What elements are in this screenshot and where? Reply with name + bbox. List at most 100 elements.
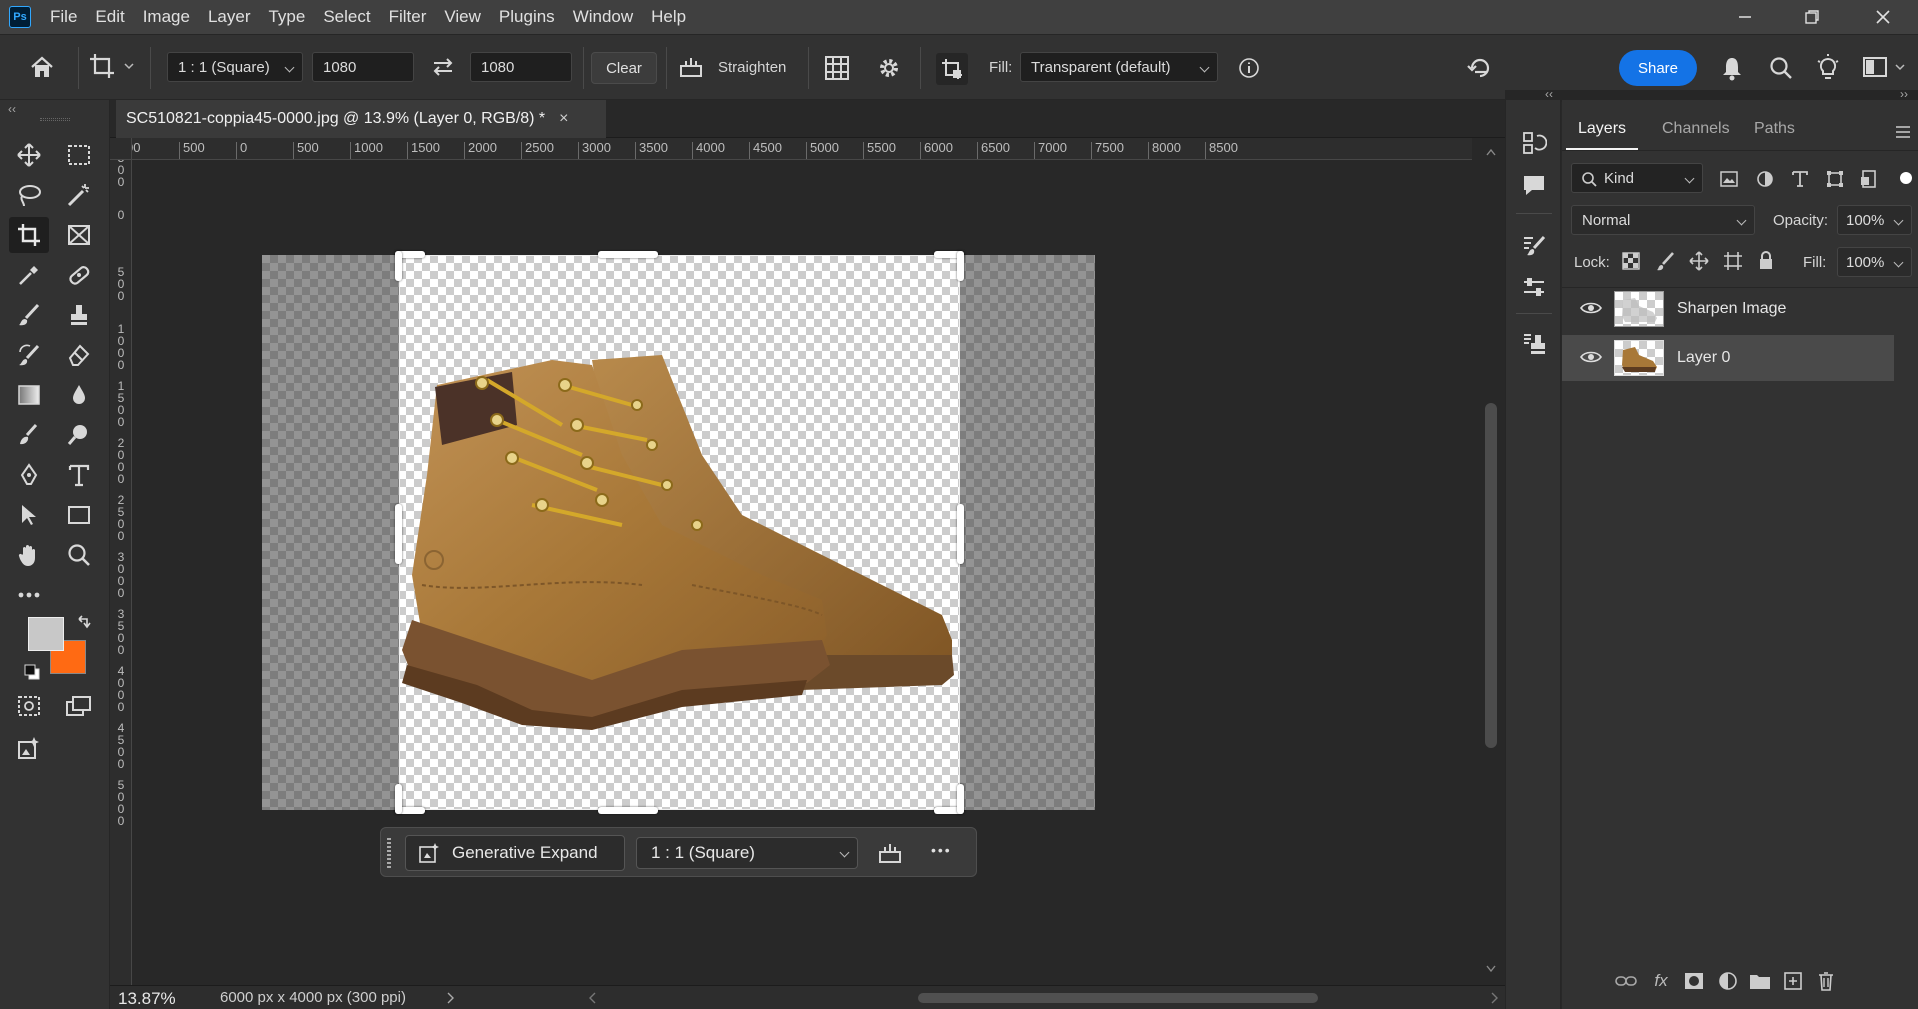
menu-type[interactable]: Type [259, 0, 314, 34]
generative-expand-button[interactable]: Generative Expand [405, 835, 625, 871]
healing-brush-tool[interactable] [59, 257, 99, 293]
clear-button[interactable]: Clear [591, 52, 657, 84]
fill-dropdown[interactable]: Transparent (default) [1020, 52, 1218, 82]
type-tool[interactable] [59, 457, 99, 493]
menu-view[interactable]: View [435, 0, 490, 34]
lock-position-icon[interactable] [1689, 251, 1709, 271]
history-panel-button[interactable] [1518, 127, 1550, 159]
canvas-area[interactable]: Generative Expand 1 : 1 (Square) ••• [132, 160, 1477, 990]
notifications-button[interactable] [1720, 55, 1744, 81]
reset-crop-button[interactable] [1466, 54, 1494, 82]
gradient-tool[interactable] [9, 377, 49, 413]
layer-style-button[interactable]: fx [1647, 967, 1675, 995]
minimize-button[interactable] [1715, 0, 1775, 34]
tab-paths[interactable]: Paths [1742, 110, 1807, 148]
vertical-ruler[interactable]: 5000500100015002000250030003500400045005… [110, 160, 132, 990]
eye-icon[interactable] [1580, 299, 1602, 317]
horizontal-ruler[interactable]: 0050005001000150020002500300035004000450… [132, 138, 1472, 160]
vertical-scrollbar[interactable] [1477, 138, 1505, 985]
pen-tool[interactable] [9, 457, 49, 493]
restore-button[interactable] [1782, 0, 1842, 34]
brush-settings-panel-button[interactable] [1518, 230, 1550, 262]
menu-select[interactable]: Select [314, 0, 379, 34]
scroll-right-icon[interactable] [1490, 992, 1500, 1004]
scroll-up-icon[interactable] [1486, 148, 1496, 156]
close-document-icon[interactable]: × [559, 110, 568, 128]
default-colors-icon[interactable] [23, 663, 41, 681]
layer-row-sharpen-image[interactable]: Sharpen Image [1562, 286, 1894, 332]
tab-channels[interactable]: Channels [1650, 110, 1742, 148]
filter-toggle-icon[interactable] [1900, 172, 1912, 184]
close-window-button[interactable] [1853, 0, 1913, 34]
info-button[interactable] [1238, 57, 1260, 79]
quick-mask-button[interactable] [9, 688, 49, 724]
horizontal-scroll-thumb[interactable] [918, 993, 1318, 1003]
crop-tool[interactable] [9, 217, 49, 253]
straighten-button[interactable]: Straighten [678, 54, 786, 80]
width-field[interactable]: 1080 [312, 52, 414, 82]
panel-menu-icon[interactable] [1894, 125, 1912, 139]
horizontal-scrollbar[interactable] [589, 991, 1500, 1005]
filter-type-icon[interactable] [1790, 169, 1810, 189]
history-brush-tool[interactable] [9, 337, 49, 373]
lock-all-icon[interactable] [1757, 250, 1775, 270]
layer-name[interactable]: Sharpen Image [1677, 300, 1786, 318]
collapse-left-icon[interactable]: ‹‹ [1545, 87, 1553, 101]
new-layer-button[interactable] [1779, 967, 1807, 995]
menu-edit[interactable]: Edit [86, 0, 133, 34]
crop-handle-bottom-left-v[interactable] [395, 784, 402, 814]
opacity-field[interactable]: 100% [1837, 205, 1912, 235]
tab-layers[interactable]: Layers [1566, 110, 1639, 150]
crop-handle-top[interactable] [598, 251, 658, 258]
lock-artboard-icon[interactable] [1723, 251, 1743, 271]
crop-tool-preset[interactable] [88, 52, 136, 80]
menu-plugins[interactable]: Plugins [490, 0, 564, 34]
filter-shape-icon[interactable] [1825, 169, 1845, 189]
grid-overlay-button[interactable] [824, 55, 850, 81]
add-mask-button[interactable] [1680, 967, 1708, 995]
layer-row-layer-0[interactable]: Layer 0 [1562, 335, 1894, 381]
dodge-tool[interactable] [9, 417, 49, 453]
lock-transparent-icon[interactable] [1622, 252, 1640, 270]
move-tool[interactable] [9, 137, 49, 173]
collapse-right-icon[interactable]: ›› [1900, 87, 1908, 101]
crop-handle-bottom-right-v[interactable] [957, 784, 964, 814]
vertical-scroll-thumb[interactable] [1485, 403, 1497, 748]
lasso-tool[interactable] [9, 177, 49, 213]
filter-pixel-icon[interactable] [1719, 170, 1739, 188]
ruler-origin[interactable] [110, 138, 132, 160]
discover-button[interactable] [1815, 53, 1841, 81]
menu-file[interactable]: File [41, 0, 86, 34]
brush-tool[interactable] [9, 297, 49, 333]
crop-handle-left[interactable] [395, 504, 402, 564]
swap-dimensions-button[interactable] [430, 54, 456, 80]
crop-handle-top-right-v[interactable] [957, 251, 964, 281]
rectangle-tool[interactable] [59, 497, 99, 533]
delete-layer-button[interactable] [1812, 967, 1840, 995]
layer-filter-kind-dropdown[interactable]: Kind [1571, 163, 1703, 193]
clone-stamp-tool[interactable] [59, 297, 99, 333]
blend-mode-dropdown[interactable]: Normal [1571, 205, 1755, 235]
scroll-down-icon[interactable] [1486, 965, 1496, 973]
frame-tool[interactable] [59, 217, 99, 253]
delete-cropped-pixels-toggle[interactable] [936, 53, 968, 85]
screen-mode-button[interactable] [59, 688, 99, 724]
scroll-left-icon[interactable] [588, 992, 598, 1004]
menu-layer[interactable]: Layer [199, 0, 260, 34]
generative-tool[interactable] [9, 730, 49, 766]
more-options-icon[interactable]: ••• [931, 842, 952, 858]
edit-toolbar-button[interactable] [9, 577, 49, 613]
filter-smart-object-icon[interactable] [1859, 169, 1879, 189]
search-button[interactable] [1768, 55, 1794, 81]
foreground-color-swatch[interactable] [28, 617, 64, 651]
menu-image[interactable]: Image [134, 0, 199, 34]
link-layers-button[interactable] [1612, 967, 1640, 995]
status-menu-chevron-icon[interactable] [446, 992, 456, 1004]
adjustments-panel-button[interactable] [1518, 272, 1550, 304]
zoom-tool[interactable] [59, 537, 99, 573]
collapse-toolbar-icon[interactable]: ‹‹ [8, 102, 16, 116]
burn-tool[interactable] [59, 417, 99, 453]
context-ratio-dropdown[interactable]: 1 : 1 (Square) [636, 837, 858, 869]
zoom-level[interactable]: 13.87% [118, 989, 176, 1009]
eyedropper-tool[interactable] [9, 257, 49, 293]
